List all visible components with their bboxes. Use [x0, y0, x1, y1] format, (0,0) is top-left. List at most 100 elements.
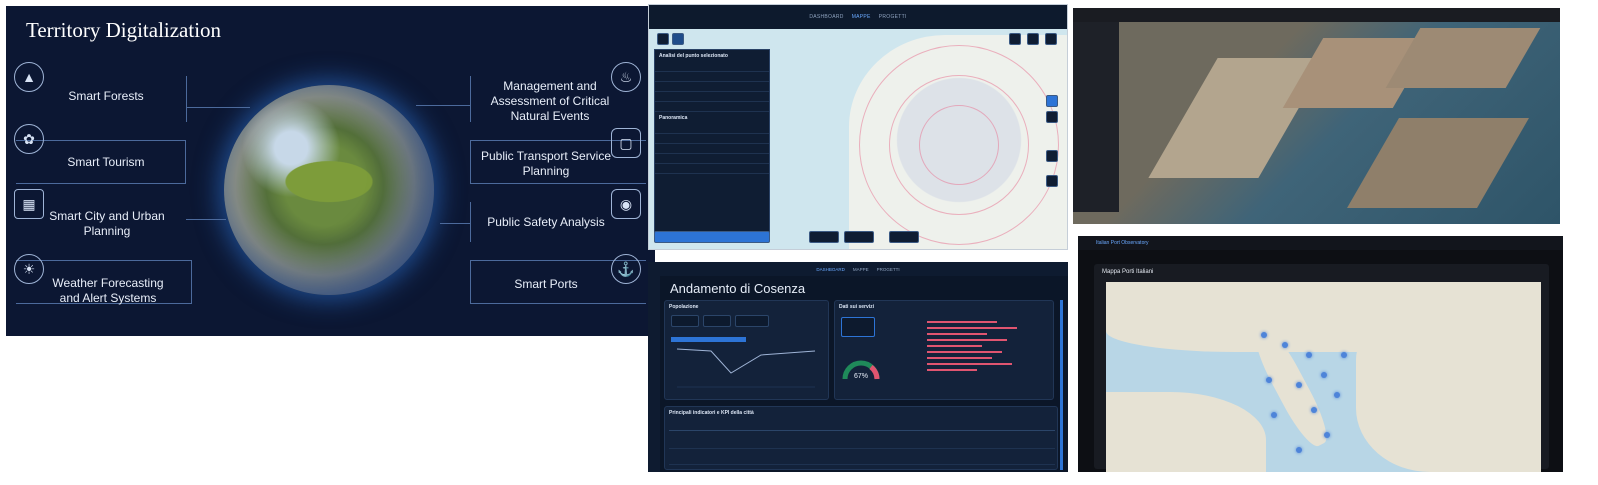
table-row [655, 164, 769, 174]
city-dashboard-screenshot: DASHBOARD MAPPE PROGETTI Andamento di Co… [648, 262, 1068, 472]
map-tool-button[interactable] [1009, 33, 1021, 45]
public-transport-label: Public Transport Service Planning [480, 149, 612, 178]
smart-city-label: Smart City and Urban Planning [49, 209, 165, 238]
dashboard-side-nav[interactable] [648, 276, 660, 472]
table-row [655, 134, 769, 144]
layers-button[interactable] [672, 33, 684, 45]
port-marker[interactable] [1296, 447, 1302, 453]
chart-bar [927, 345, 982, 347]
infographic-title: Territory Digitalization [26, 18, 222, 42]
critical-events-label: Management and Assessment of Critical Na… [490, 79, 610, 123]
ports-map-title: Mappa Porti Italiani [1102, 269, 1154, 275]
italy-ports-map[interactable] [1106, 282, 1541, 472]
panel-action-button[interactable] [654, 231, 770, 243]
nav-progetti[interactable]: PROGETTI [877, 267, 900, 272]
table-header [669, 423, 1055, 431]
kpi-table-card: Principali indicatori e KPI della città [664, 406, 1058, 470]
port-marker[interactable] [1334, 392, 1340, 398]
chart-bar [927, 363, 1012, 365]
port-marker[interactable] [1311, 407, 1317, 413]
port-marker[interactable] [1306, 352, 1312, 358]
chart-bar [927, 333, 987, 335]
point-analysis-panel: Analisi del punto selezionato Panoramica [654, 49, 770, 241]
connector-line [470, 76, 472, 122]
chart-bar [927, 327, 1017, 329]
connector-line [186, 219, 226, 221]
map-control-button[interactable] [1046, 150, 1058, 162]
population-line-chart [671, 337, 816, 388]
tourism-icon: ✿ [14, 124, 44, 154]
table-row [655, 92, 769, 102]
ports-app-topbar: Italian Port Observatory [1078, 236, 1563, 250]
public-safety-label: Public Safety Analysis [487, 215, 605, 229]
table-row [655, 72, 769, 82]
ports-map-card: Mappa Porti Italiani [1094, 264, 1549, 472]
table-row [655, 62, 769, 72]
map-control-button[interactable] [1046, 175, 1058, 187]
bottom-toolbar-button[interactable] [844, 231, 874, 243]
population-card-title: Popolazione [669, 304, 699, 310]
nav-mappe[interactable]: MAPPE [853, 267, 869, 272]
map-tool-button[interactable] [1027, 33, 1039, 45]
chart-bar [927, 339, 1007, 341]
port-marker[interactable] [1261, 332, 1267, 338]
map-land [1356, 312, 1541, 472]
port-marker[interactable] [1296, 382, 1302, 388]
smart-ports-label: Smart Ports [514, 277, 578, 291]
dashboard-title: Andamento di Cosenza [670, 281, 806, 296]
map-tool-button[interactable] [1045, 33, 1057, 45]
nav-dashboard[interactable]: DASHBOARD [809, 14, 843, 20]
zoom-in-button[interactable] [1046, 95, 1058, 107]
dashboard-nav: DASHBOARD MAPPE PROGETTI [648, 262, 1068, 276]
services-gauge: 67% [842, 360, 880, 380]
weather-icon: ☀ [14, 254, 44, 284]
table-row [669, 451, 1055, 465]
zoom-out-button[interactable] [1046, 111, 1058, 123]
3d-side-panel[interactable] [1073, 22, 1119, 212]
bottom-toolbar-button[interactable] [809, 231, 839, 243]
chart-bar [927, 357, 992, 359]
map-radius-ring [919, 105, 999, 185]
connector-line [440, 223, 470, 225]
table-row [655, 154, 769, 164]
connector-line [186, 100, 250, 108]
italian-ports-screenshot: Italian Port Observatory Mappa Porti Ita… [1078, 236, 1563, 472]
port-marker[interactable] [1341, 352, 1347, 358]
map-app-nav: DASHBOARD MAPPE PROGETTI [649, 5, 1067, 29]
forest-icon: ▲ [14, 62, 44, 92]
stat-box [703, 315, 731, 327]
connector-line [470, 202, 472, 242]
connector-line [186, 76, 188, 122]
connector-line [416, 105, 470, 107]
stat-box [735, 315, 769, 327]
stat-box [671, 315, 699, 327]
port-marker[interactable] [1324, 432, 1330, 438]
kpi-table-title: Principali indicatori e KPI della città [669, 410, 754, 416]
3d-toolbar[interactable] [1073, 8, 1560, 22]
3d-port-view-screenshot [1073, 8, 1560, 224]
panel-section-title: Panoramica [659, 115, 688, 121]
menu-button[interactable] [657, 33, 669, 45]
territory-digitalization-infographic: Territory Digitalization ▲ Smart Forests… [6, 6, 655, 336]
table-row [669, 435, 1055, 449]
nav-dashboard[interactable]: DASHBOARD [816, 267, 845, 272]
map-analysis-screenshot: DASHBOARD MAPPE PROGETTI Analisi del pun… [648, 4, 1068, 250]
nav-progetti[interactable]: PROGETTI [879, 14, 907, 20]
bottom-toolbar-button[interactable] [889, 231, 919, 243]
ports-app-title: Italian Port Observatory [1096, 240, 1149, 246]
chart-bar [927, 369, 977, 371]
map-land [1106, 392, 1266, 472]
port-marker[interactable] [1282, 342, 1288, 348]
table-row [655, 124, 769, 134]
gauge-value: 67% [854, 373, 868, 380]
ship-icon: ⚓ [611, 254, 641, 284]
panel-title: Analisi del punto selezionato [659, 53, 728, 59]
port-marker[interactable] [1271, 412, 1277, 418]
smart-tourism-label: Smart Tourism [67, 155, 145, 169]
scrollbar[interactable] [1060, 300, 1063, 470]
nav-mappe[interactable]: MAPPE [852, 14, 871, 20]
city-map-icon: ▦ [14, 189, 44, 219]
port-marker[interactable] [1321, 372, 1327, 378]
services-card-title: Dati sui servizi [839, 304, 875, 310]
port-marker[interactable] [1266, 377, 1272, 383]
